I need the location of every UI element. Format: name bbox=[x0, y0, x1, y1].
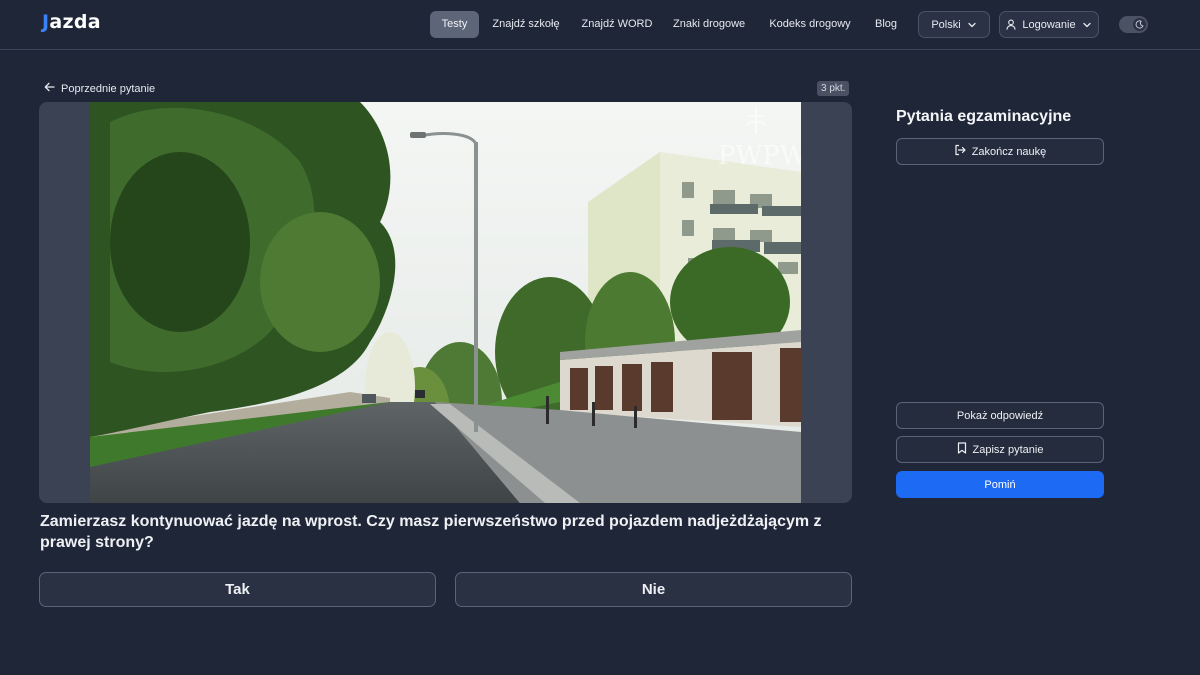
finish-learning-button[interactable]: Zakończ naukę bbox=[896, 138, 1104, 165]
save-question-label: Zapisz pytanie bbox=[972, 443, 1044, 456]
skip-button[interactable]: Pomiń bbox=[896, 471, 1104, 498]
skip-label: Pomiń bbox=[984, 478, 1016, 491]
previous-question-link[interactable]: Poprzednie pytanie bbox=[44, 81, 155, 96]
watermark-text: PWPW bbox=[718, 141, 801, 171]
moon-icon bbox=[1133, 18, 1146, 31]
language-select[interactable]: Polski bbox=[918, 11, 990, 38]
finish-learning-label: Zakończ naukę bbox=[971, 145, 1047, 158]
nav-item-znaki-drogowe[interactable]: Znaki drogowe bbox=[673, 11, 745, 38]
arrow-left-icon bbox=[44, 82, 55, 95]
nav-item-znajdz-szkole[interactable]: Znajdź szkołę bbox=[490, 11, 562, 38]
answer-yes-button[interactable]: Tak bbox=[39, 572, 436, 607]
nav-item-blog[interactable]: Blog bbox=[870, 11, 902, 38]
nav-item-testy[interactable]: Testy bbox=[430, 11, 479, 38]
theme-toggle[interactable] bbox=[1119, 16, 1148, 33]
save-question-button[interactable]: Zapisz pytanie bbox=[896, 436, 1104, 463]
show-answer-button[interactable]: Pokaż odpowiedź bbox=[896, 402, 1104, 429]
points-badge: 3 pkt. bbox=[817, 81, 850, 96]
sidebar-title: Pytania egzaminacyjne bbox=[896, 108, 1072, 125]
show-answer-label: Pokaż odpowiedź bbox=[956, 409, 1044, 422]
login-dropdown[interactable]: Logowanie bbox=[999, 11, 1099, 38]
question-text: Zamierzasz kontynuować jazdę na wprost. … bbox=[40, 513, 822, 551]
exit-icon bbox=[954, 144, 966, 159]
nav-item-kodeks-drogowy[interactable]: Kodeks drogowy bbox=[768, 11, 852, 38]
chevron-down-icon bbox=[967, 20, 977, 30]
login-label: Logowanie bbox=[1022, 18, 1076, 31]
language-label: Polski bbox=[931, 18, 961, 31]
chevron-down-icon bbox=[1082, 20, 1092, 30]
top-navbar: Jazda Testy Znajdź szkołę Znajdź WORD Zn… bbox=[0, 0, 1200, 50]
nav-item-znajdz-word[interactable]: Znajdź WORD bbox=[580, 11, 654, 38]
answer-no-button[interactable]: Nie bbox=[455, 572, 852, 607]
user-icon bbox=[1006, 19, 1016, 30]
previous-question-label: Poprzednie pytanie bbox=[61, 82, 156, 95]
bookmark-icon bbox=[957, 442, 967, 457]
road-scene-image: PWPW bbox=[90, 102, 801, 503]
question-media: PWPW bbox=[39, 102, 852, 503]
jazda-logo[interactable]: Jazda bbox=[42, 11, 101, 33]
